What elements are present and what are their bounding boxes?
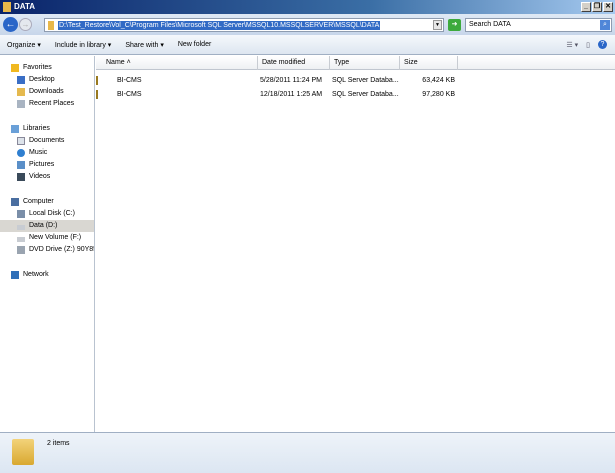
dvd-drive-icon — [17, 246, 25, 254]
forward-button[interactable]: → — [19, 18, 32, 31]
column-type[interactable]: Type — [330, 56, 400, 70]
folder-icon — [48, 21, 54, 30]
computer-icon — [11, 198, 19, 206]
nav-network[interactable]: Network — [0, 269, 94, 281]
nav-local-disk-c[interactable]: Local Disk (C:) — [0, 208, 94, 220]
go-button[interactable]: ➜ — [448, 19, 461, 31]
recent-places-icon — [17, 100, 25, 108]
details-pane: 2 items — [0, 432, 615, 473]
nav-libraries[interactable]: Libraries — [0, 123, 94, 135]
maximize-button[interactable]: ❐ — [592, 2, 602, 12]
documents-icon — [17, 137, 25, 145]
nav-documents[interactable]: Documents — [0, 135, 94, 147]
column-size[interactable]: Size — [400, 56, 458, 70]
window-title: DATA — [14, 2, 36, 11]
drive-icon — [17, 225, 25, 230]
include-in-library-button[interactable]: Include in library ▾ — [55, 41, 111, 49]
database-file-icon — [96, 76, 98, 85]
database-file-icon — [96, 90, 98, 99]
new-folder-button[interactable]: New folder — [178, 41, 211, 48]
help-icon[interactable]: ? — [598, 40, 607, 49]
close-button[interactable]: ✕ — [603, 2, 613, 12]
desktop-icon — [17, 76, 25, 84]
drive-icon — [17, 210, 25, 218]
file-row[interactable]: BI-CMS 5/28/2011 11:24 PM SQL Server Dat… — [96, 75, 615, 87]
nav-computer[interactable]: Computer — [0, 196, 94, 208]
drive-icon — [17, 237, 25, 242]
search-placeholder: Search DATA — [469, 21, 511, 28]
share-with-button[interactable]: Share with ▾ — [125, 41, 164, 49]
nav-desktop[interactable]: Desktop — [0, 74, 94, 86]
videos-icon — [17, 173, 25, 181]
views-icon[interactable]: ☰ ▾ — [566, 41, 578, 49]
navigation-pane: Favorites Desktop Downloads Recent Place… — [0, 56, 95, 432]
nav-new-volume-f[interactable]: New Volume (F:) — [0, 232, 94, 244]
column-name[interactable]: Name ˄ — [96, 56, 258, 70]
back-button[interactable]: ← — [3, 17, 18, 32]
title-bar: DATA _ ❐ ✕ — [0, 0, 615, 14]
nav-downloads[interactable]: Downloads — [0, 86, 94, 98]
pictures-icon — [17, 161, 25, 169]
organize-button[interactable]: Organize ▾ — [7, 41, 41, 49]
search-input[interactable]: Search DATA ⌕ — [465, 18, 612, 32]
nav-videos[interactable]: Videos — [0, 171, 94, 183]
libraries-icon — [11, 125, 19, 133]
column-date-modified[interactable]: Date modified — [258, 56, 330, 70]
column-headers: Name ˄ Date modified Type Size — [96, 56, 615, 70]
nav-music[interactable]: Music — [0, 147, 94, 159]
search-icon[interactable]: ⌕ — [600, 20, 610, 30]
nav-pictures[interactable]: Pictures — [0, 159, 94, 171]
nav-dvd-drive-z[interactable]: DVD Drive (Z:) 90Y856 — [0, 244, 94, 256]
downloads-icon — [17, 88, 25, 96]
nav-recent-places[interactable]: Recent Places — [0, 98, 94, 110]
nav-data-d[interactable]: Data (D:) — [0, 220, 94, 232]
network-icon — [11, 271, 19, 279]
command-bar: Organize ▾ Include in library ▾ Share wi… — [0, 35, 615, 55]
nav-favorites[interactable]: Favorites — [0, 62, 94, 74]
address-input[interactable]: D:\Test_Restore\Vol_C\Program Files\Micr… — [44, 18, 444, 32]
folder-icon — [3, 2, 11, 12]
file-row[interactable]: BI-CMS 12/18/2011 1:25 AM SQL Server Dat… — [96, 89, 615, 101]
item-count: 2 items — [47, 440, 70, 447]
address-path[interactable]: D:\Test_Restore\Vol_C\Program Files\Micr… — [58, 21, 381, 30]
address-dropdown-icon[interactable]: ▼ — [433, 20, 442, 30]
folder-icon — [12, 439, 34, 465]
star-icon — [11, 64, 19, 72]
minimize-button[interactable]: _ — [581, 2, 591, 12]
music-icon — [17, 149, 25, 157]
preview-pane-icon[interactable]: ▯ — [586, 41, 590, 49]
address-bar-area: ← → D:\Test_Restore\Vol_C\Program Files\… — [0, 14, 615, 35]
